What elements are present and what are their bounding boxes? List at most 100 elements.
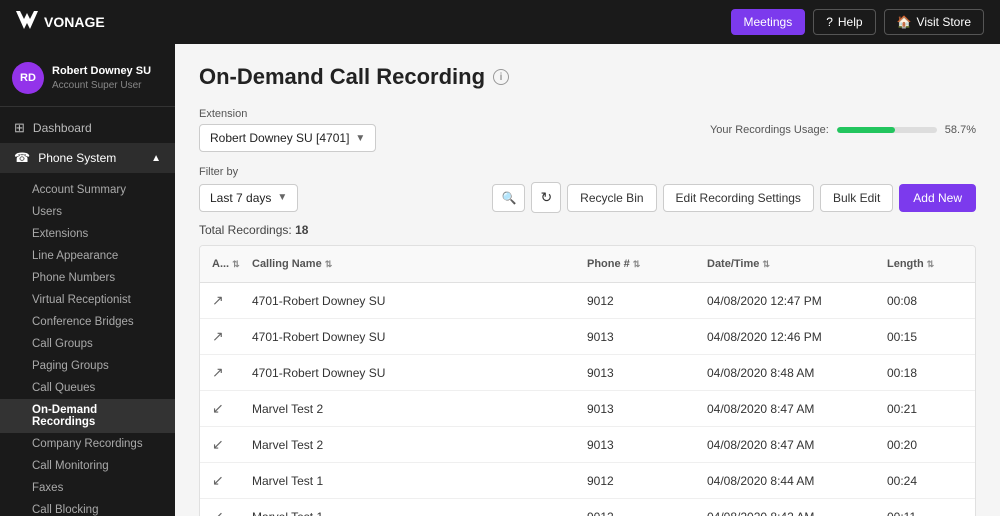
sidebar-item-call-queues[interactable]: Call Queues xyxy=(0,377,175,399)
cell-calling-name: Marvel Test 1 xyxy=(240,501,575,516)
search-button[interactable]: 🔍 xyxy=(492,184,525,212)
visit-store-button[interactable]: 🏠 Visit Store xyxy=(884,9,984,35)
cell-datetime: 04/08/2020 8:44 AM xyxy=(695,465,875,497)
recordings-usage: Your Recordings Usage: 58.7% xyxy=(710,124,976,136)
top-navigation: VONAGE Meetings ? Help 🏠 Visit Store xyxy=(0,0,1000,44)
sort-icon: ⇅ xyxy=(927,259,935,270)
help-button[interactable]: ? Help xyxy=(813,9,875,35)
column-direction[interactable]: A... ⇅ xyxy=(200,254,240,274)
cell-phone: 9013 xyxy=(575,429,695,461)
cell-direction: ↙ xyxy=(200,427,240,462)
bulk-edit-button[interactable]: Bulk Edit xyxy=(820,184,893,212)
usage-bar xyxy=(837,127,937,133)
cell-datetime: 04/08/2020 8:42 AM xyxy=(695,501,875,516)
dashboard-icon: ⊞ xyxy=(14,120,25,136)
cell-calling-name: 4701-Robert Downey SU xyxy=(240,357,575,389)
table-row[interactable]: ↗ 4701-Robert Downey SU 9013 04/08/2020 … xyxy=(200,355,975,391)
table-row[interactable]: ↗ 4701-Robert Downey SU 9013 04/08/2020 … xyxy=(200,319,975,355)
cell-direction: ↙ xyxy=(200,463,240,498)
table-row[interactable]: ↙ Marvel Test 1 9012 04/08/2020 8:44 AM … xyxy=(200,463,975,499)
cell-length: 00:15 xyxy=(875,321,975,353)
recycle-bin-button[interactable]: Recycle Bin xyxy=(567,184,656,212)
chevron-down-icon: ▼ xyxy=(277,192,287,203)
vonage-logo[interactable]: VONAGE xyxy=(16,11,105,34)
column-phone[interactable]: Phone # ⇅ xyxy=(575,254,695,274)
sidebar-item-conference-bridges[interactable]: Conference Bridges xyxy=(0,311,175,333)
incoming-arrow-icon: ↙ xyxy=(212,436,224,452)
sidebar-item-on-demand-recordings[interactable]: On-Demand Recordings xyxy=(0,399,175,433)
main-content: On-Demand Call Recording i Extension Rob… xyxy=(175,44,1000,516)
cell-datetime: 04/08/2020 8:47 AM xyxy=(695,393,875,425)
sidebar-item-call-blocking[interactable]: Call Blocking xyxy=(0,499,175,516)
sidebar-item-paging-groups[interactable]: Paging Groups xyxy=(0,355,175,377)
table-body: ↗ 4701-Robert Downey SU 9012 04/08/2020 … xyxy=(200,283,975,516)
usage-label: Your Recordings Usage: xyxy=(710,124,829,136)
cell-length: 00:24 xyxy=(875,465,975,497)
column-length[interactable]: Length ⇅ xyxy=(875,254,975,274)
cell-direction: ↙ xyxy=(200,391,240,426)
incoming-arrow-icon: ↙ xyxy=(212,508,224,516)
cell-phone: 9012 xyxy=(575,465,695,497)
table-row[interactable]: ↗ 4701-Robert Downey SU 9012 04/08/2020 … xyxy=(200,283,975,319)
sidebar-item-line-appearance[interactable]: Line Appearance xyxy=(0,245,175,267)
cell-length: 00:11 xyxy=(875,501,975,516)
sort-icon: ⇅ xyxy=(633,259,641,270)
cell-direction: ↗ xyxy=(200,319,240,354)
outgoing-arrow-icon: ↗ xyxy=(212,328,224,344)
top-nav-buttons: Meetings ? Help 🏠 Visit Store xyxy=(731,9,985,35)
cell-phone: 9013 xyxy=(575,321,695,353)
chevron-down-icon: ▼ xyxy=(355,133,365,144)
sidebar-item-faxes[interactable]: Faxes xyxy=(0,477,175,499)
sidebar-item-label: Dashboard xyxy=(33,121,92,135)
sidebar-item-dashboard[interactable]: ⊞ Dashboard xyxy=(0,113,175,143)
sidebar-nav: ⊞ Dashboard ☎ Phone System ▲ Account Sum… xyxy=(0,107,175,516)
cell-length: 00:21 xyxy=(875,393,975,425)
filter-value: Last 7 days xyxy=(210,191,271,205)
cell-datetime: 04/08/2020 12:47 PM xyxy=(695,285,875,317)
table-row[interactable]: ↙ Marvel Test 2 9013 04/08/2020 8:47 AM … xyxy=(200,427,975,463)
incoming-arrow-icon: ↙ xyxy=(212,400,224,416)
cell-phone: 9013 xyxy=(575,357,695,389)
extension-dropdown[interactable]: Robert Downey SU [4701] ▼ xyxy=(199,124,376,152)
user-info[interactable]: RD Robert Downey SU Account Super User xyxy=(0,52,175,107)
cell-calling-name: Marvel Test 2 xyxy=(240,429,575,461)
toolbar-right: 🔍 ↻ Recycle Bin Edit Recording Settings … xyxy=(492,182,976,213)
store-icon: 🏠 xyxy=(897,15,912,29)
sidebar-item-phone-system[interactable]: ☎ Phone System ▲ xyxy=(0,143,175,173)
cell-calling-name: Marvel Test 1 xyxy=(240,465,575,497)
usage-percent: 58.7% xyxy=(945,124,976,136)
user-name: Robert Downey SU xyxy=(52,64,151,78)
filter-row: Last 7 days ▼ 🔍 ↻ Recycle Bin Edit Recor… xyxy=(199,182,976,213)
cell-length: 00:08 xyxy=(875,285,975,317)
sort-icon: ⇅ xyxy=(325,259,333,270)
logo-area: VONAGE xyxy=(16,11,105,34)
sidebar-item-account-summary[interactable]: Account Summary xyxy=(0,179,175,201)
phone-system-section: Account Summary Users Extensions Line Ap… xyxy=(0,173,175,516)
vonage-wordmark: VONAGE xyxy=(44,14,105,30)
sidebar-item-call-monitoring[interactable]: Call Monitoring xyxy=(0,455,175,477)
sidebar-item-virtual-receptionist[interactable]: Virtual Receptionist xyxy=(0,289,175,311)
phone-icon: ☎ xyxy=(14,150,30,166)
sidebar-item-call-groups[interactable]: Call Groups xyxy=(0,333,175,355)
sidebar-item-users[interactable]: Users xyxy=(0,201,175,223)
sidebar-item-extensions[interactable]: Extensions xyxy=(0,223,175,245)
meetings-button[interactable]: Meetings xyxy=(731,9,806,35)
total-recordings: Total Recordings: 18 xyxy=(199,223,976,237)
extension-section: Extension Robert Downey SU [4701] ▼ xyxy=(199,108,376,152)
cell-calling-name: 4701-Robert Downey SU xyxy=(240,321,575,353)
sidebar-item-company-recordings[interactable]: Company Recordings xyxy=(0,433,175,455)
filter-left: Last 7 days ▼ xyxy=(199,184,298,212)
table-row[interactable]: ↙ Marvel Test 1 9012 04/08/2020 8:42 AM … xyxy=(200,499,975,516)
edit-recording-settings-button[interactable]: Edit Recording Settings xyxy=(663,184,814,212)
column-calling-name[interactable]: Calling Name ⇅ xyxy=(240,254,575,274)
outgoing-arrow-icon: ↗ xyxy=(212,292,224,308)
cell-datetime: 04/08/2020 12:46 PM xyxy=(695,321,875,353)
add-new-button[interactable]: Add New xyxy=(899,184,976,212)
refresh-button[interactable]: ↻ xyxy=(531,182,561,213)
recordings-table: A... ⇅ Calling Name ⇅ Phone # ⇅ Date/Tim… xyxy=(199,245,976,516)
info-icon[interactable]: i xyxy=(493,69,509,85)
column-datetime[interactable]: Date/Time ⇅ xyxy=(695,254,875,274)
sidebar-item-phone-numbers[interactable]: Phone Numbers xyxy=(0,267,175,289)
table-row[interactable]: ↙ Marvel Test 2 9013 04/08/2020 8:47 AM … xyxy=(200,391,975,427)
filter-dropdown[interactable]: Last 7 days ▼ xyxy=(199,184,298,212)
